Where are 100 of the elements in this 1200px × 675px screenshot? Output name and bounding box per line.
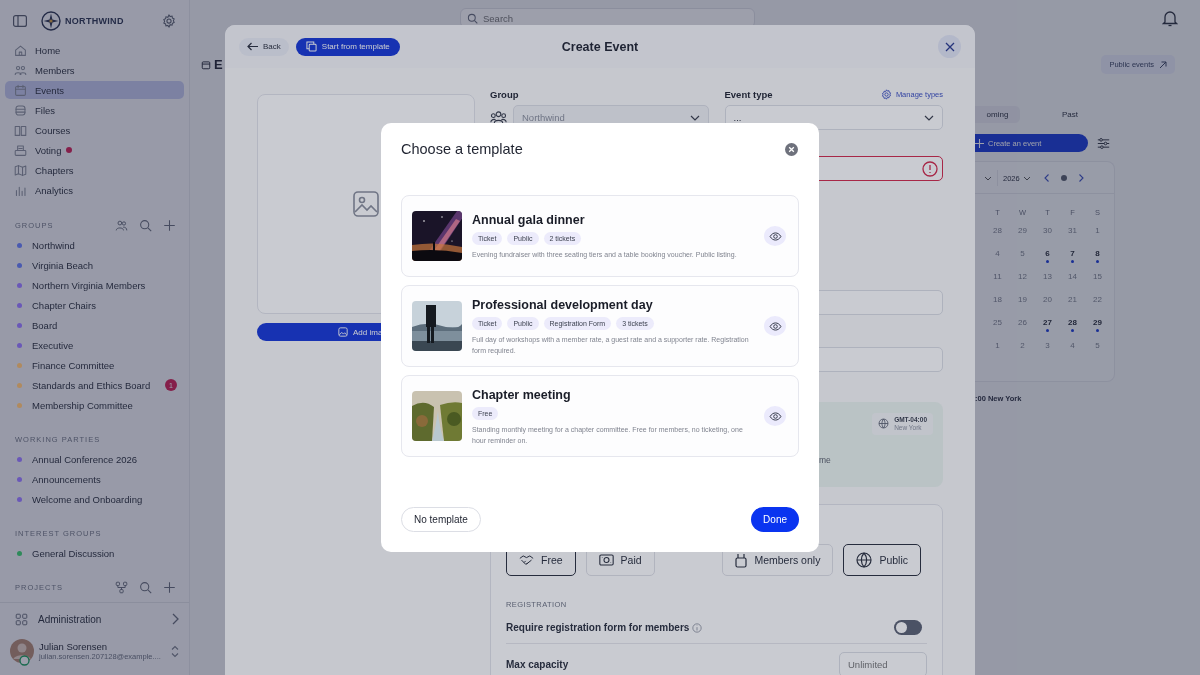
calendar-day[interactable]: 25: [985, 318, 1010, 332]
today-dot-icon[interactable]: [1058, 173, 1069, 183]
status-ring-icon: [19, 655, 30, 666]
globe-icon: [856, 552, 873, 568]
eye-icon: [768, 231, 782, 241]
chevron-down-icon: [924, 114, 934, 121]
arrow-left-icon: [247, 42, 259, 51]
nav-item[interactable]: Analytics: [5, 181, 184, 199]
calendar-day[interactable]: 18: [985, 295, 1010, 309]
nav-item[interactable]: Chapters: [5, 161, 184, 179]
calendar-day[interactable]: 12: [1010, 272, 1035, 286]
modal-title: Create Event: [561, 39, 639, 54]
dialog-title: Choose a template: [401, 141, 523, 157]
group-item[interactable]: Executive: [5, 335, 184, 355]
globe-icon: [878, 418, 890, 430]
calendar-day[interactable]: 4: [1060, 341, 1085, 355]
calendar-day[interactable]: 8: [1085, 249, 1110, 263]
group-item[interactable]: Northwind: [5, 235, 184, 255]
calendar-day[interactable]: 27: [1035, 318, 1060, 332]
month-select[interactable]: [984, 170, 998, 186]
nav-item[interactable]: Files: [5, 101, 184, 119]
settings-icon[interactable]: [162, 14, 176, 28]
grid-icon: [15, 612, 28, 626]
search-icon[interactable]: [139, 580, 152, 594]
template-name: Annual gala dinner: [472, 213, 586, 228]
field-label: Group: [490, 89, 520, 100]
setting-label: Require registration form for members: [506, 622, 690, 633]
close-button[interactable]: [938, 35, 961, 58]
chevron-down-icon: [984, 175, 992, 181]
image-icon: [338, 327, 348, 337]
setting-label: Max capacity: [506, 659, 569, 670]
template-name: Chapter meeting: [472, 387, 572, 402]
back-button[interactable]: Back: [239, 37, 289, 56]
start-from-template-button[interactable]: Start from template: [295, 37, 400, 56]
chevron-down-icon: [689, 114, 700, 121]
calendar-day[interactable]: 29: [1085, 318, 1110, 332]
chevron-right-icon: [171, 613, 179, 625]
calendar-day[interactable]: 26: [1010, 318, 1035, 332]
preview-button[interactable]: [764, 226, 786, 246]
administration-item[interactable]: Administration: [15, 609, 179, 629]
calendar-day[interactable]: 4: [985, 249, 1010, 263]
tab[interactable]: oming: [975, 106, 1020, 123]
people-icon[interactable]: [115, 218, 128, 232]
eye-icon: [768, 411, 782, 421]
calendar-day[interactable]: 14: [1060, 272, 1085, 286]
visibility-option[interactable]: Public: [843, 544, 921, 576]
group-item[interactable]: Northern Virginia Members: [5, 275, 184, 295]
add-icon[interactable]: [163, 580, 176, 594]
notification-bell-icon[interactable]: [1162, 9, 1178, 27]
nav-item[interactable]: Voting: [5, 141, 184, 159]
people-icon: [490, 110, 507, 125]
search-icon[interactable]: [139, 218, 152, 232]
group-item[interactable]: Announcements: [5, 469, 184, 489]
nav-item[interactable]: Courses: [5, 121, 184, 139]
panel-toggle-icon[interactable]: [13, 15, 27, 27]
group-item[interactable]: Finance Committee: [5, 355, 184, 375]
nav-item[interactable]: Events: [5, 81, 184, 99]
group-item[interactable]: Board: [5, 315, 184, 335]
group-item[interactable]: Membership Committee: [5, 395, 184, 415]
group-item[interactable]: Virginia Beach: [5, 255, 184, 275]
template-name: Professional development day: [472, 297, 654, 312]
group-item[interactable]: Annual Conference 2026: [5, 449, 184, 469]
done-button[interactable]: Done: [751, 507, 799, 532]
group-item[interactable]: Chapter Chairs: [5, 295, 184, 315]
user-name: Julian Sorensen: [39, 641, 109, 652]
nav-item[interactable]: Home: [5, 41, 184, 59]
preview-button[interactable]: [764, 316, 786, 336]
toggle-switch[interactable]: [894, 620, 922, 635]
calendar-day[interactable]: 2: [1010, 341, 1035, 355]
no-template-button[interactable]: No template: [401, 507, 481, 532]
calendar-day[interactable]: 7: [1060, 249, 1085, 263]
ballot-box-icon: [14, 143, 27, 157]
filter-sliders-icon[interactable]: [1097, 136, 1110, 150]
panel-text: me: [819, 455, 831, 465]
calendar-day[interactable]: 6: [1035, 249, 1060, 263]
home-icon: [14, 43, 27, 57]
calendar-day[interactable]: 1: [985, 341, 1010, 355]
close-icon: [944, 41, 955, 52]
nav-item[interactable]: Members: [5, 61, 184, 79]
settings-icon: [880, 89, 892, 100]
calendar-day[interactable]: 1: [1085, 226, 1110, 240]
preview-button[interactable]: [764, 406, 786, 426]
calendar-day[interactable]: 11: [985, 272, 1010, 286]
group-item[interactable]: Welcome and Onboarding: [5, 489, 184, 509]
banknote-icon: [598, 554, 614, 566]
chevron-updown-icon: [171, 644, 179, 658]
close-icon[interactable]: [785, 142, 798, 156]
add-icon[interactable]: [163, 218, 176, 232]
calendar-day[interactable]: 13: [1035, 272, 1060, 286]
hierarchy-icon[interactable]: [115, 580, 128, 594]
capacity-field[interactable]: Unlimited: [839, 652, 927, 675]
calendar-day[interactable]: 28: [1060, 318, 1085, 332]
tab[interactable]: Past: [1040, 106, 1100, 123]
calendar-day[interactable]: 15: [1085, 272, 1110, 286]
book-icon: [14, 123, 27, 137]
group-item[interactable]: General Discussion: [5, 543, 184, 563]
eye-icon: [768, 321, 782, 331]
page-title: E: [214, 57, 223, 72]
calendar-day[interactable]: 19: [1010, 295, 1035, 309]
people-icon: [14, 63, 27, 77]
